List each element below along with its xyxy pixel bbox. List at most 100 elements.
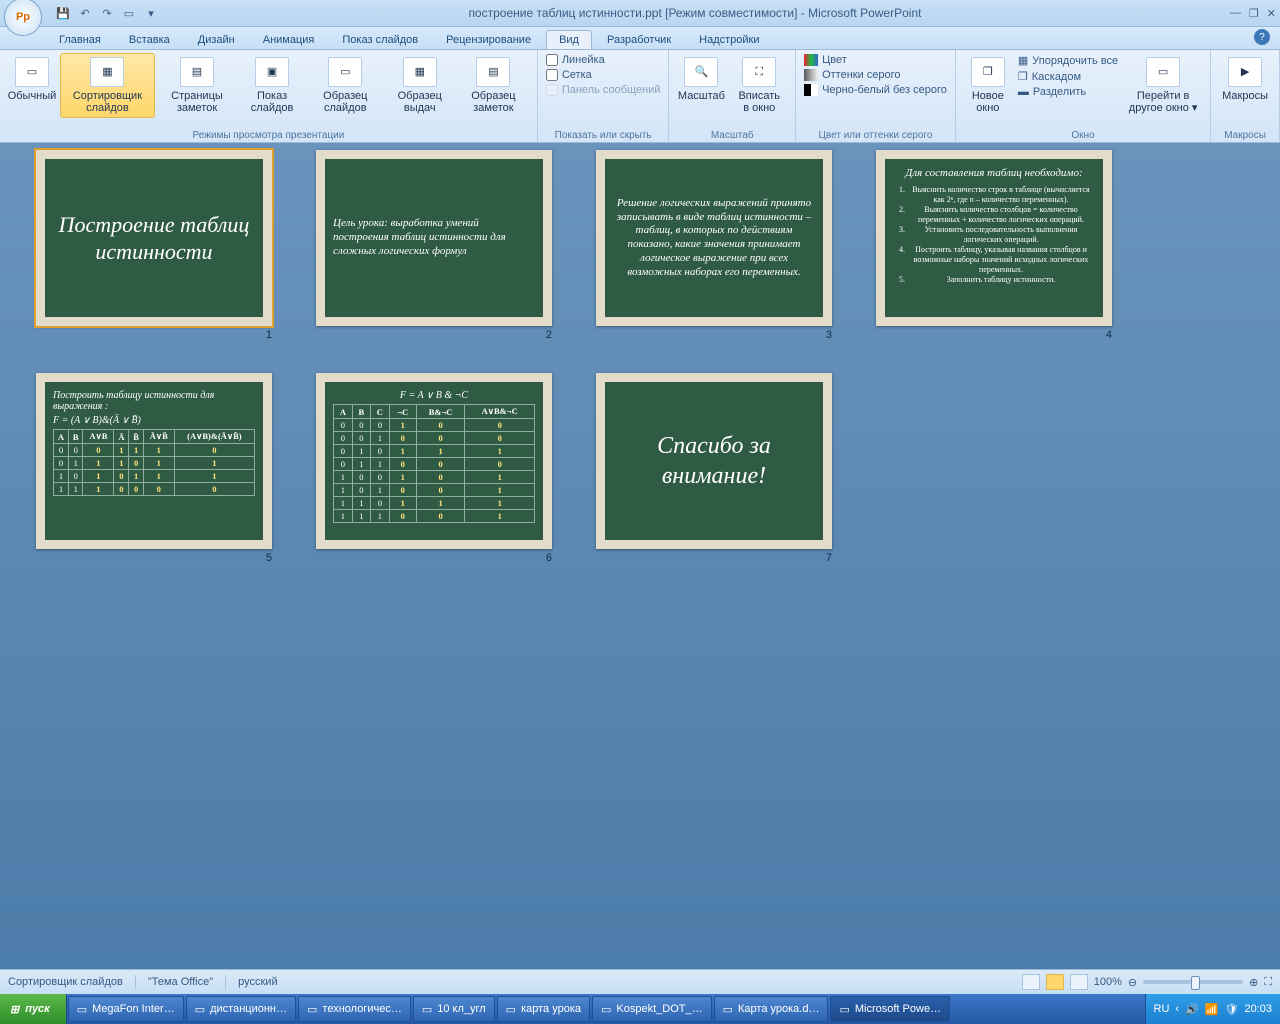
status-view-mode: Сортировщик слайдов [8, 976, 123, 988]
slide-master-icon: ▭ [328, 57, 362, 87]
tab-view[interactable]: Вид [546, 30, 592, 49]
zoom-slider[interactable] [1143, 980, 1243, 984]
tab-home[interactable]: Главная [46, 30, 114, 49]
tab-insert[interactable]: Вставка [116, 30, 183, 49]
taskbar-item[interactable]: ▭Kospekt_DOT_… [592, 996, 712, 1022]
slide-thumb-1[interactable]: Построение таблиц истинности 1 [36, 150, 272, 341]
system-tray[interactable]: RU ‹ 🔊 📶 🛡 20:03 [1145, 994, 1280, 1024]
slide-formula: F = (A ∨ B)&(Ā ∨ B̄) [53, 415, 255, 426]
print-icon[interactable]: ▭ [120, 4, 138, 22]
restore-button[interactable]: ❐ [1249, 7, 1259, 20]
message-bar-checkbox[interactable]: Панель сообщений [544, 83, 663, 97]
switch-window-button[interactable]: ▭Перейти в другое окно ▾ [1122, 53, 1204, 118]
tab-slideshow[interactable]: Показ слайдов [329, 30, 431, 49]
slide-thumb-2[interactable]: Цель урока: выработка умений построения … [316, 150, 552, 341]
notes-master-icon: ▤ [476, 57, 510, 87]
tab-design[interactable]: Дизайн [185, 30, 248, 49]
macros-icon: ▶ [1228, 57, 1262, 87]
ribbon: ▭Обычный ▦Сортировщик слайдов ▤Страницы … [0, 50, 1280, 143]
slide-number: 2 [546, 329, 552, 341]
ribbon-tabs: Главная Вставка Дизайн Анимация Показ сл… [0, 27, 1280, 50]
sorter-view-btn[interactable] [1046, 974, 1064, 990]
grayscale-option[interactable]: Оттенки серого [802, 68, 949, 82]
bw-option[interactable]: Черно-белый без серого [802, 83, 949, 97]
save-icon[interactable]: 💾 [54, 4, 72, 22]
taskbar: ⊞пуск ▭MegaFon Inter…▭дистанционн…▭техно… [0, 994, 1280, 1024]
taskbar-item[interactable]: ▭технологичес… [298, 996, 411, 1022]
group-show-hide: Линейка Сетка Панель сообщений Показать … [538, 50, 670, 142]
tab-review[interactable]: Рецензирование [433, 30, 544, 49]
color-option[interactable]: Цвет [802, 53, 949, 67]
undo-icon[interactable]: ↶ [76, 4, 94, 22]
app-icon: ▭ [723, 1003, 733, 1016]
app-icon: ▭ [422, 1003, 432, 1016]
slide-thumb-5[interactable]: Построить таблицу истинности для выражен… [36, 373, 272, 564]
group-color: Цвет Оттенки серого Черно-белый без серо… [796, 50, 956, 142]
taskbar-item[interactable]: ▭карта урока [497, 996, 590, 1022]
macros-button[interactable]: ▶Макросы [1217, 53, 1273, 106]
normal-view-btn[interactable] [1022, 974, 1040, 990]
zoom-button[interactable]: 🔍Масштаб [675, 53, 727, 106]
taskbar-item[interactable]: ▭Microsoft Powe… [830, 996, 950, 1022]
arrange-all-option[interactable]: ▦Упорядочить все [1016, 53, 1120, 68]
tray-shield-icon[interactable]: 🛡 [1225, 1003, 1239, 1016]
tab-animation[interactable]: Анимация [250, 30, 328, 49]
tray-chevron-icon[interactable]: ‹ [1175, 1003, 1179, 1015]
app-icon: ▭ [307, 1003, 317, 1016]
close-button[interactable]: ✕ [1267, 7, 1276, 20]
slide-number: 5 [266, 552, 272, 564]
start-button[interactable]: ⊞пуск [0, 994, 67, 1024]
status-language[interactable]: русский [238, 976, 277, 988]
help-icon[interactable]: ? [1254, 29, 1270, 45]
split-icon: ▬ [1018, 86, 1029, 98]
new-window-button[interactable]: ❐Новое окно [962, 53, 1014, 118]
fit-slide-button[interactable]: ⛶ [1264, 976, 1272, 989]
zoom-out-button[interactable]: ⊖ [1128, 976, 1137, 989]
slide-thumb-4[interactable]: Для составления таблиц необходимо: Выясн… [876, 150, 1112, 341]
tray-sound-icon[interactable]: 🔊 [1185, 1003, 1199, 1016]
window-title: построение таблиц истинности.ppt [Режим … [160, 6, 1230, 20]
normal-view-button[interactable]: ▭Обычный [6, 53, 58, 106]
app-icon: ▭ [195, 1003, 205, 1016]
notes-page-button[interactable]: ▤Страницы заметок [157, 53, 237, 118]
ruler-checkbox[interactable]: Линейка [544, 53, 663, 67]
bw-swatch-icon [804, 84, 818, 96]
notes-master-button[interactable]: ▤Образец заметок [456, 53, 531, 118]
taskbar-item[interactable]: ▭MegaFon Inter… [68, 996, 184, 1022]
slideshow-icon: ▣ [255, 57, 289, 87]
slide-sorter-workspace[interactable]: Построение таблиц истинности 1 Цель урок… [0, 140, 1280, 970]
split-option[interactable]: ▬Разделить [1016, 85, 1120, 99]
group-window: ❐Новое окно ▦Упорядочить все ❐Каскадом ▬… [956, 50, 1211, 142]
gray-swatch-icon [804, 69, 818, 81]
slide-number: 6 [546, 552, 552, 564]
tab-developer[interactable]: Разработчик [594, 30, 684, 49]
clock[interactable]: 20:03 [1244, 1003, 1272, 1015]
slide-sorter-button[interactable]: ▦Сортировщик слайдов [60, 53, 155, 118]
zoom-in-button[interactable]: ⊕ [1249, 976, 1258, 989]
truth-table: ABA∨BĀB̄Ā∨B̄(A∨B)&(Ā∨B̄)0001110011101110… [53, 429, 255, 496]
taskbar-item[interactable]: ▭дистанционн… [186, 996, 296, 1022]
slide-master-button[interactable]: ▭Образец слайдов [307, 53, 383, 118]
cascade-option[interactable]: ❐Каскадом [1016, 69, 1120, 84]
minimize-button[interactable]: — [1230, 7, 1241, 20]
taskbar-item[interactable]: ▭Карта урока.d… [714, 996, 829, 1022]
redo-icon[interactable]: ↷ [98, 4, 116, 22]
gridlines-checkbox[interactable]: Сетка [544, 68, 663, 82]
tray-network-icon[interactable]: 📶 [1205, 1003, 1219, 1016]
slide-thumb-3[interactable]: Решение логических выражений принято зап… [596, 150, 832, 341]
handout-master-button[interactable]: ▦Образец выдач [386, 53, 454, 118]
app-icon: ▭ [839, 1003, 849, 1016]
slideshow-view-btn[interactable] [1070, 974, 1088, 990]
slideshow-button[interactable]: ▣Показ слайдов [239, 53, 305, 118]
taskbar-item[interactable]: ▭10 кл_угл [413, 996, 495, 1022]
qat-menu-icon[interactable]: ▾ [142, 4, 160, 22]
notes-icon: ▤ [180, 57, 214, 87]
zoom-value[interactable]: 100% [1094, 976, 1122, 988]
slide-thumb-7[interactable]: Спасибо за внимание! 7 [596, 373, 832, 564]
keyboard-layout[interactable]: RU [1154, 1003, 1170, 1015]
slide-thumb-6[interactable]: F = A ∨ B & ¬C ABC¬CB&¬CA∨B&¬C0001000010… [316, 373, 552, 564]
tab-addins[interactable]: Надстройки [686, 30, 772, 49]
slide-heading: Построить таблицу истинности для выражен… [53, 390, 255, 412]
slide-number: 3 [826, 329, 832, 341]
fit-window-button[interactable]: ⛶Вписать в окно [729, 53, 789, 118]
